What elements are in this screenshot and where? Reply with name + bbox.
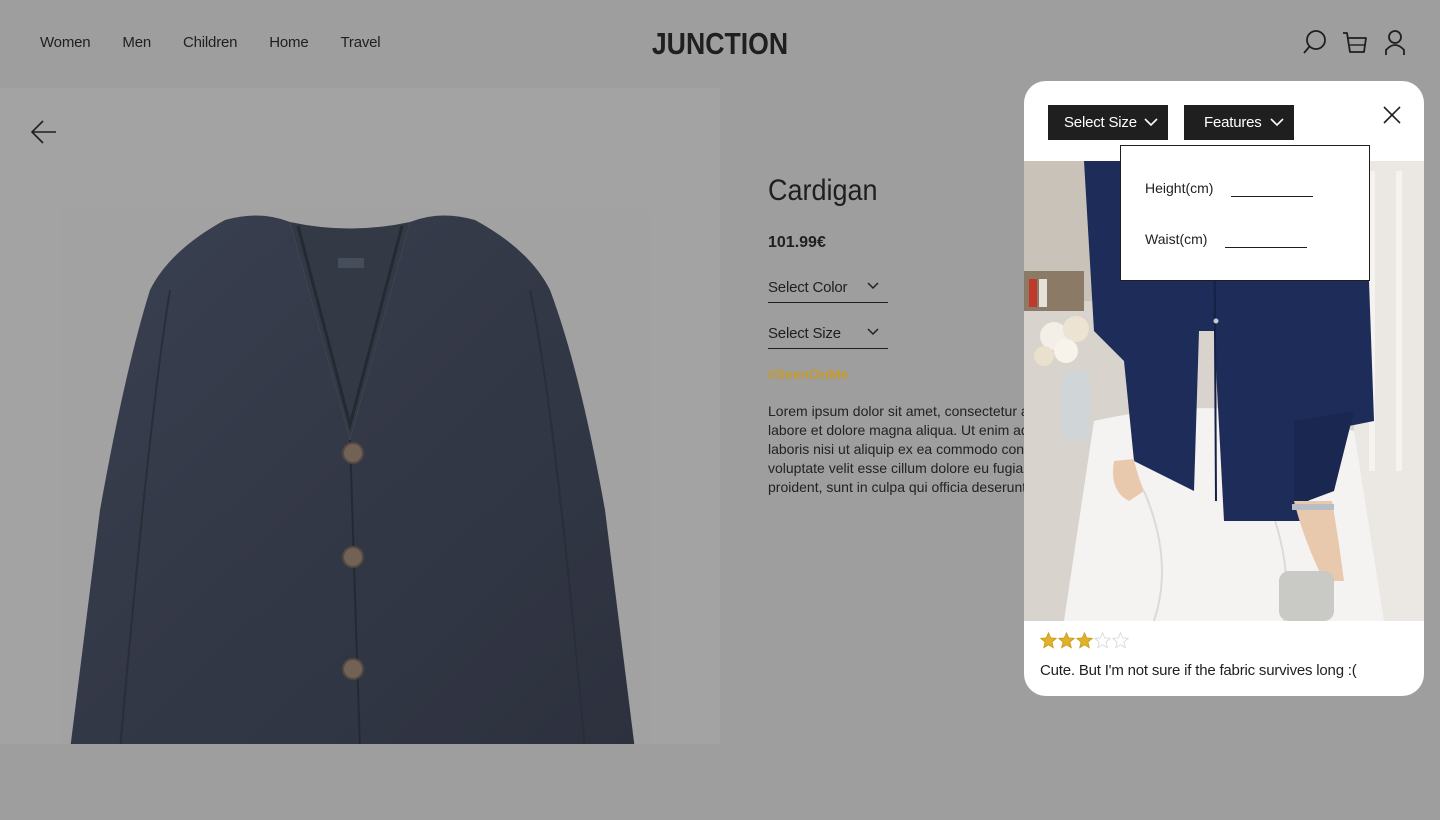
modal-features-dropdown[interactable]: Features bbox=[1184, 105, 1294, 140]
description-line: Lorem ipsum dolor sit amet, consectetur … bbox=[768, 403, 1029, 419]
select-size-dropdown[interactable]: Select Size bbox=[768, 323, 888, 349]
review-text: Cute. But I'm not sure if the fabric sur… bbox=[1040, 662, 1357, 679]
close-icon[interactable] bbox=[1380, 103, 1404, 127]
description-line: labore et dolore magna aliqua. Ut enim a… bbox=[768, 422, 1029, 438]
description-line: proident, sunt in culpa qui officia dese… bbox=[768, 479, 1027, 495]
review-rating bbox=[1039, 631, 1130, 649]
waist-input[interactable] bbox=[1225, 247, 1307, 248]
chevron-down-icon bbox=[867, 282, 879, 290]
height-input[interactable] bbox=[1231, 196, 1313, 197]
product-price: 101.99€ bbox=[768, 234, 826, 251]
star-empty-icon bbox=[1111, 631, 1130, 649]
waist-field-row: Waist(cm) bbox=[1145, 231, 1307, 248]
star-filled-icon bbox=[1057, 631, 1076, 649]
height-field-row: Height(cm) bbox=[1145, 180, 1313, 197]
header-icons bbox=[1302, 28, 1408, 56]
star-filled-icon bbox=[1075, 631, 1094, 649]
modal-select-size-label: Select Size bbox=[1064, 114, 1137, 131]
modal-features-label: Features bbox=[1204, 114, 1262, 131]
search-icon[interactable] bbox=[1302, 28, 1328, 56]
site-header: Women Men Children Home Travel JUNCTION bbox=[0, 0, 1440, 88]
description-line: voluptate velit esse cillum dolore eu fu… bbox=[768, 460, 1024, 476]
star-empty-icon bbox=[1093, 631, 1112, 649]
chevron-down-icon bbox=[1270, 118, 1284, 127]
select-color-dropdown[interactable]: Select Color bbox=[768, 277, 888, 303]
select-color-label: Select Color bbox=[768, 279, 848, 296]
select-size-label: Select Size bbox=[768, 325, 841, 342]
cart-icon[interactable] bbox=[1342, 28, 1368, 56]
back-arrow-icon[interactable] bbox=[30, 118, 58, 146]
nav-women[interactable]: Women bbox=[40, 34, 91, 51]
product-image bbox=[60, 210, 650, 744]
product-image-panel bbox=[0, 88, 720, 744]
waist-label: Waist(cm) bbox=[1145, 231, 1208, 247]
height-label: Height(cm) bbox=[1145, 180, 1214, 196]
chevron-down-icon bbox=[867, 328, 879, 336]
user-icon[interactable] bbox=[1382, 28, 1408, 56]
description-line: laboris nisi ut aliquip ex ea commodo co… bbox=[768, 441, 1025, 457]
chevron-down-icon bbox=[1144, 118, 1158, 127]
modal-select-size-dropdown[interactable]: Select Size bbox=[1048, 105, 1168, 140]
seen-on-me-link[interactable]: #SeenOnMe bbox=[768, 366, 848, 382]
page-footer-area bbox=[0, 744, 1440, 820]
product-description: Lorem ipsum dolor sit amet, consectetur … bbox=[768, 402, 1030, 502]
star-filled-icon bbox=[1039, 631, 1058, 649]
product-title: Cardigan bbox=[768, 174, 878, 207]
site-logo[interactable]: JUNCTION bbox=[101, 26, 1339, 62]
features-popup: Height(cm) Waist(cm) bbox=[1120, 145, 1370, 281]
